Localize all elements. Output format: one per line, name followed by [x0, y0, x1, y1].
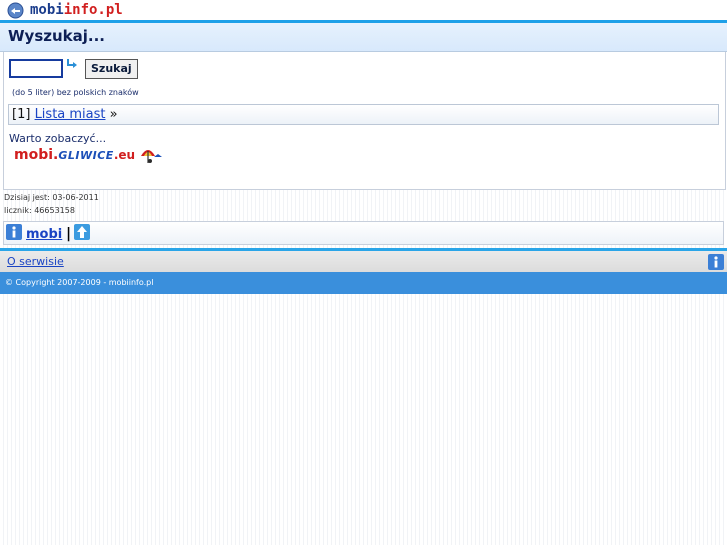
about-bar: O serwisie [0, 251, 727, 272]
logo-text-info: info.pl [63, 2, 123, 18]
promo-text-gliwice: GLIWICE [58, 148, 114, 162]
copyright-text: © Copyright 2007-2009 - mobiinfo.pl [5, 278, 154, 287]
title-bar [0, 23, 727, 52]
info-icon[interactable] [708, 254, 724, 270]
promo-text-eu: .eu [113, 148, 136, 162]
globe-icon [7, 2, 24, 18]
search-panel: Szukaj (do 5 liter) bez polskich znaków … [3, 52, 726, 190]
nav-separator: | [66, 226, 72, 242]
visit-counter: licznik: 46653158 [4, 206, 75, 215]
list-item: [1] Lista miast » [8, 104, 719, 125]
search-button[interactable]: Szukaj [85, 59, 138, 79]
list-item-content: [1] Lista miast » [12, 107, 118, 122]
info-icon[interactable] [6, 224, 22, 240]
list-item-arrow: » [109, 107, 118, 122]
promo-banner-gliwice[interactable]: mobi. GLIWICE .eu [14, 145, 164, 165]
arrow-up-icon[interactable] [74, 224, 90, 240]
arrow-right-icon [67, 59, 77, 68]
site-logo[interactable]: mobiinfo.pl [7, 1, 123, 19]
umbrella-icon [141, 150, 163, 163]
list-item-number: [1] [12, 107, 31, 122]
top-bar: mobiinfo.pl [0, 0, 727, 20]
search-hint: (do 5 liter) bez polskich znaków [12, 88, 139, 97]
city-list-link[interactable]: Lista miast [35, 107, 106, 122]
search-input[interactable] [9, 59, 63, 78]
worth-seeing-heading: Warto zobaczyć... [9, 132, 107, 145]
logo-text-mobi: mobi [30, 2, 64, 18]
bottom-nav: mobi | [3, 221, 724, 245]
current-date: Dzisiaj jest: 03-06-2011 [4, 193, 99, 202]
logo-text: mobiinfo.pl [30, 2, 123, 18]
page-title: Wyszukaj... [8, 27, 105, 45]
footer: © Copyright 2007-2009 - mobiinfo.pl [0, 272, 727, 294]
about-link[interactable]: O serwisie [7, 255, 64, 268]
promo-text-mobi: mobi. [14, 147, 59, 163]
nav-link-mobi[interactable]: mobi [26, 227, 62, 242]
